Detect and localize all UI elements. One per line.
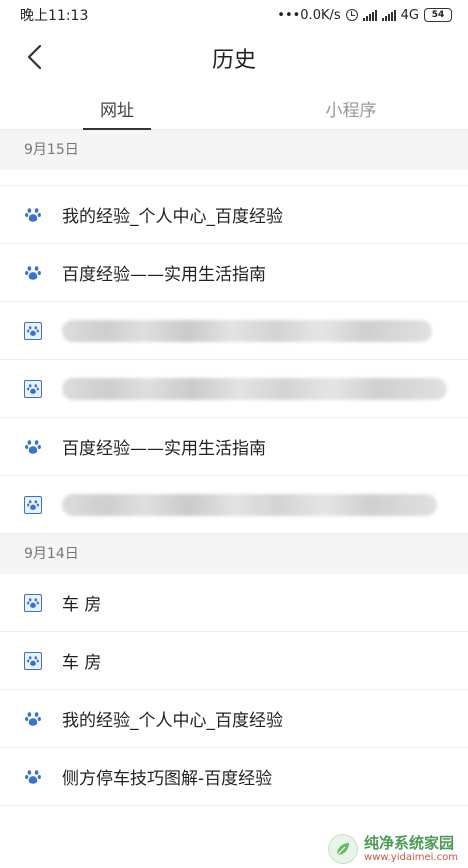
alarm-icon — [345, 9, 358, 21]
baidu-paw-icon — [25, 769, 41, 784]
history-item[interactable] — [0, 476, 468, 534]
network-type: 4G — [400, 7, 419, 23]
status-icons: •••0.0K/s 4G 54 — [277, 8, 452, 23]
signal-icon — [381, 9, 396, 21]
baidu-paw-boxed-icon — [24, 651, 42, 670]
watermark-text: 纯净系统家园 www.yidaimei.com — [364, 834, 458, 864]
baidu-paw-boxed-icon — [24, 593, 42, 612]
baidu-paw-icon — [25, 265, 41, 280]
history-list: 9月15日 我的经验_个人中心_百度经验 百度经验——实用生活指南 百度经验——… — [0, 130, 468, 806]
baidu-paw-icon — [25, 711, 41, 726]
watermark: 纯净系统家园 www.yidaimei.com — [328, 834, 458, 864]
tab-mini-programs[interactable]: 小程序 — [234, 88, 468, 129]
status-bar: 晚上11:13 •••0.0K/s 4G 54 — [0, 0, 468, 30]
baidu-paw-boxed-icon — [24, 495, 42, 514]
list-spacer — [0, 170, 468, 186]
blurred-title — [62, 377, 447, 400]
history-item[interactable]: 百度经验——实用生活指南 — [0, 418, 468, 476]
history-item[interactable]: 百度经验——实用生活指南 — [0, 244, 468, 302]
baidu-paw-boxed-icon — [24, 321, 42, 340]
battery-icon: 54 — [424, 8, 452, 22]
status-time: 晚上11:13 — [20, 8, 89, 24]
history-item[interactable]: 车 房 — [0, 574, 468, 632]
history-item-title: 我的经验_个人中心_百度经验 — [62, 207, 283, 227]
history-item[interactable] — [0, 302, 468, 360]
watermark-url: www.yidaimei.com — [364, 852, 458, 863]
blurred-title — [62, 319, 432, 342]
header: 历史 — [0, 30, 468, 86]
watermark-logo-icon — [328, 834, 359, 864]
tab-bar: 网址 小程序 — [0, 88, 468, 130]
page-title: 历史 — [211, 48, 256, 73]
history-item[interactable]: 我的经验_个人中心_百度经验 — [0, 186, 468, 244]
history-item[interactable] — [0, 360, 468, 418]
history-item[interactable]: 侧方停车技巧图解-百度经验 — [0, 748, 468, 806]
history-item-title: 我的经验_个人中心_百度经验 — [62, 711, 283, 731]
baidu-paw-icon — [25, 207, 41, 222]
history-item[interactable]: 车 房 — [0, 632, 468, 690]
watermark-name: 纯净系统家园 — [364, 834, 455, 852]
tab-websites[interactable]: 网址 — [0, 88, 234, 130]
history-item-title: 车 房 — [62, 595, 102, 615]
history-item-title: 百度经验——实用生活指南 — [62, 439, 266, 459]
battery-level: 54 — [431, 10, 445, 20]
signal-icon — [362, 9, 377, 21]
baidu-paw-boxed-icon — [24, 379, 42, 398]
network-speed: •••0.0K/s — [277, 7, 341, 23]
history-item-title: 百度经验——实用生活指南 — [62, 265, 266, 285]
history-item-title: 车 房 — [62, 653, 102, 673]
date-header: 9月15日 — [0, 130, 468, 170]
blurred-title — [62, 493, 437, 516]
date-header: 9月14日 — [0, 534, 468, 574]
history-item-title: 侧方停车技巧图解-百度经验 — [62, 769, 273, 789]
baidu-paw-icon — [25, 439, 41, 454]
leaf-icon — [336, 843, 350, 856]
history-item[interactable]: 我的经验_个人中心_百度经验 — [0, 690, 468, 748]
